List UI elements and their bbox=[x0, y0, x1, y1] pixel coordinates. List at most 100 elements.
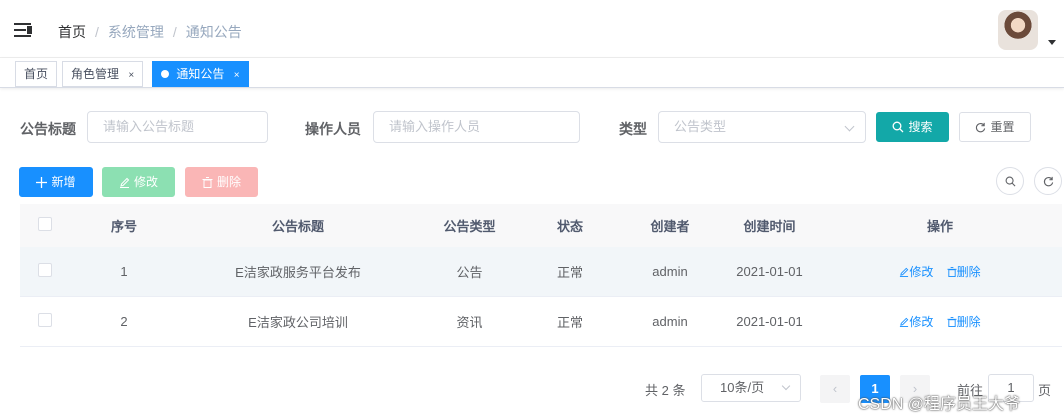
row-delete-label: 删除 bbox=[956, 315, 981, 329]
page-size-select[interactable]: 10条/页 bbox=[701, 374, 801, 402]
pagination-total: 共 2 条 bbox=[645, 383, 686, 398]
close-icon[interactable]: × bbox=[128, 70, 134, 81]
column-header: 状态 bbox=[556, 219, 583, 234]
tag-label: 通知公告 bbox=[176, 67, 225, 81]
chevron-down-icon bbox=[781, 381, 791, 391]
close-icon[interactable]: × bbox=[234, 70, 240, 81]
tags-view: 首页 角色管理 × 通知公告 × bbox=[0, 58, 1064, 88]
trash-icon bbox=[947, 267, 957, 277]
edit-icon bbox=[900, 267, 909, 277]
caret-down-icon[interactable] bbox=[1048, 40, 1056, 45]
breadcrumb: 首页 / 系统管理 / 通知公告 bbox=[58, 22, 242, 42]
title-label: 公告标题 bbox=[20, 121, 76, 137]
cell-index: 1 bbox=[120, 264, 128, 279]
edit-icon bbox=[900, 317, 909, 327]
table-header: 序号 公告标题 公告类型 状态 创建者 创建时间 操作 bbox=[20, 204, 1062, 247]
row-edit-link[interactable]: 修改 bbox=[899, 315, 936, 329]
plus-icon bbox=[36, 177, 48, 188]
navbar: 首页 / 系统管理 / 通知公告 bbox=[0, 0, 1064, 58]
search-button[interactable]: 搜索 bbox=[876, 112, 949, 142]
add-button-label: 新增 bbox=[51, 175, 76, 189]
chevron-left-icon: ‹ bbox=[832, 381, 838, 396]
cell-title: E洁家政公司培训 bbox=[248, 315, 348, 330]
cell-creator: admin bbox=[652, 264, 688, 279]
tag-label: 首页 bbox=[24, 67, 49, 81]
table-row[interactable]: 1 E洁家政服务平台发布 公告 正常 admin 2021-01-01 修改 删… bbox=[20, 247, 1062, 297]
column-header: 公告类型 bbox=[443, 219, 496, 234]
title-input[interactable]: 请输入公告标题 bbox=[87, 111, 268, 143]
tag-notice[interactable]: 通知公告 × bbox=[152, 61, 249, 87]
row-delete-link[interactable]: 删除 bbox=[947, 315, 981, 329]
edit-icon bbox=[119, 177, 130, 188]
select-all-checkbox[interactable] bbox=[38, 217, 52, 231]
type-select[interactable]: 公告类型 bbox=[658, 111, 866, 143]
row-checkbox-cell bbox=[20, 313, 70, 330]
table-row[interactable]: 2 E洁家政公司培训 资讯 正常 admin 2021-01-01 修改 删除 bbox=[20, 297, 1062, 347]
row-checkbox[interactable] bbox=[38, 263, 52, 277]
row-edit-link[interactable]: 修改 bbox=[899, 265, 936, 279]
toggle-search-button[interactable] bbox=[996, 167, 1024, 195]
row-delete-label: 删除 bbox=[956, 265, 981, 279]
reset-button[interactable]: 重置 bbox=[959, 112, 1031, 142]
column-header: 序号 bbox=[110, 219, 137, 234]
tag-label: 角色管理 bbox=[71, 67, 120, 81]
column-header: 公告标题 bbox=[271, 219, 324, 234]
row-delete-link[interactable]: 删除 bbox=[947, 265, 981, 279]
goto-suffix: 页 bbox=[1038, 383, 1052, 398]
refresh-icon bbox=[1043, 176, 1053, 186]
row-edit-label: 修改 bbox=[909, 265, 934, 279]
cell-created: 2021-01-01 bbox=[736, 264, 803, 279]
column-header: 创建时间 bbox=[743, 219, 796, 234]
operator-placeholder: 请输入操作人员 bbox=[389, 119, 481, 134]
row-checkbox[interactable] bbox=[38, 313, 52, 327]
tag-role-management[interactable]: 角色管理 × bbox=[62, 61, 144, 87]
delete-button[interactable]: 删除 bbox=[185, 167, 258, 197]
delete-button-label: 删除 bbox=[216, 175, 241, 189]
trash-icon bbox=[202, 177, 213, 188]
edit-button[interactable]: 修改 bbox=[102, 167, 175, 197]
app-root: 首页 / 系统管理 / 通知公告 首页 角色管理 × 通知公告 × 公告标题 请… bbox=[0, 0, 1064, 419]
page-size-value: 10条/页 bbox=[720, 380, 765, 395]
cell-type: 公告 bbox=[456, 265, 483, 280]
type-placeholder: 公告类型 bbox=[674, 119, 727, 134]
prev-page-button[interactable]: ‹ bbox=[820, 375, 850, 403]
breadcrumb-current: 通知公告 bbox=[185, 24, 242, 40]
cell-creator: admin bbox=[652, 314, 688, 329]
cell-type: 资讯 bbox=[456, 315, 483, 330]
row-edit-label: 修改 bbox=[909, 315, 934, 329]
cell-actions: 修改 删除 bbox=[818, 263, 1062, 280]
cell-index: 2 bbox=[120, 314, 128, 329]
edit-button-label: 修改 bbox=[133, 175, 158, 189]
watermark: CSDN @程序员王大爷 bbox=[858, 396, 1021, 413]
cell-status: 正常 bbox=[556, 265, 583, 280]
breadcrumb-separator: / bbox=[172, 24, 177, 40]
type-label: 类型 bbox=[619, 121, 647, 137]
active-dot-icon bbox=[161, 70, 169, 78]
add-button[interactable]: 新增 bbox=[19, 167, 93, 197]
row-checkbox-cell bbox=[20, 263, 70, 280]
breadcrumb-system: 系统管理 bbox=[107, 24, 164, 40]
trash-icon bbox=[947, 317, 957, 327]
header-checkbox-cell bbox=[20, 217, 70, 234]
column-header: 操作 bbox=[926, 219, 953, 234]
tag-home[interactable]: 首页 bbox=[15, 61, 58, 87]
breadcrumb-home[interactable]: 首页 bbox=[58, 22, 86, 42]
search-button-label: 搜索 bbox=[908, 120, 933, 134]
operator-input[interactable]: 请输入操作人员 bbox=[373, 111, 580, 143]
cell-created: 2021-01-01 bbox=[736, 314, 803, 329]
title-placeholder: 请输入公告标题 bbox=[103, 119, 195, 134]
refresh-icon bbox=[976, 122, 986, 133]
refresh-button[interactable] bbox=[1034, 167, 1062, 195]
breadcrumb-separator: / bbox=[95, 24, 99, 40]
operator-label: 操作人员 bbox=[305, 121, 361, 137]
search-icon bbox=[893, 121, 904, 133]
chevron-down-icon bbox=[844, 121, 855, 132]
avatar[interactable] bbox=[998, 10, 1038, 50]
cell-title: E洁家政服务平台发布 bbox=[235, 265, 361, 280]
hamburger-icon[interactable] bbox=[14, 22, 34, 38]
cell-actions: 修改 删除 bbox=[818, 313, 1062, 330]
search-icon bbox=[1005, 176, 1015, 186]
column-header: 创建者 bbox=[650, 219, 690, 234]
notice-table: 序号 公告标题 公告类型 状态 创建者 创建时间 操作 1 E洁家政服务平台发布… bbox=[20, 204, 1062, 347]
reset-button-label: 重置 bbox=[990, 120, 1015, 134]
